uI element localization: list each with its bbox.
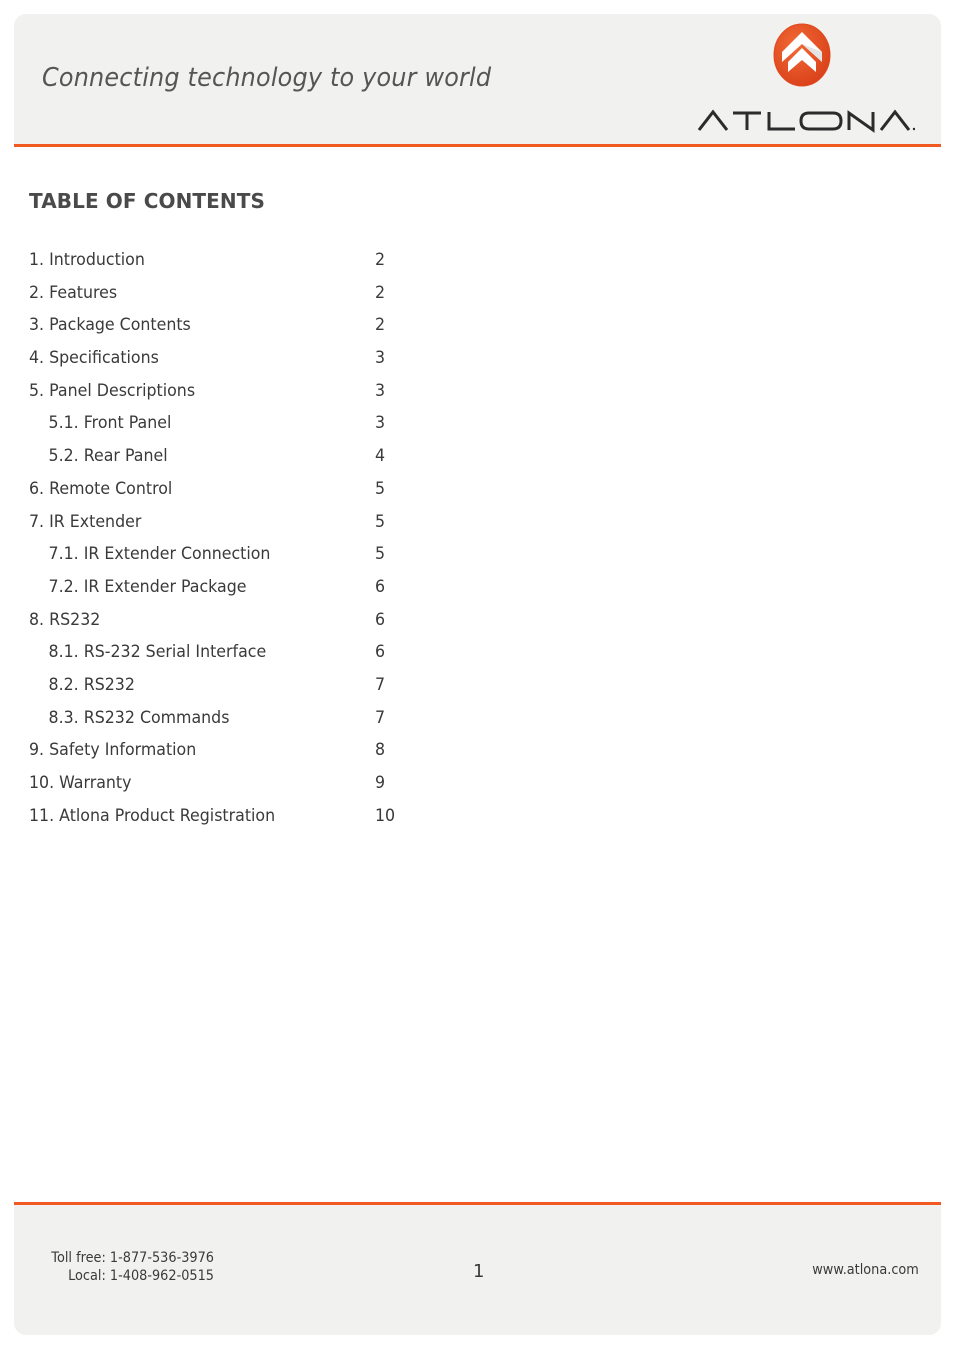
toc-entry-page: 3 — [375, 413, 386, 434]
toc-entry-warranty[interactable]: 10. Warranty 9 — [29, 767, 409, 800]
toc-entry-rs232-sub[interactable]: 8.2. RS232 7 — [29, 669, 409, 702]
table-of-contents: 1. Introduction 2 2. Features 2 3. Package… — [29, 244, 409, 832]
toc-entry-rs232-commands[interactable]: 8.3. RS232 Commands 7 — [29, 702, 409, 735]
footer-contact: Toll free: 1-877-536-3976 Local: 1-408-9… — [48, 1249, 214, 1285]
toc-entry-label: 3. Package Contents — [29, 315, 191, 336]
header-divider — [14, 144, 941, 147]
atlona-logo — [683, 20, 923, 140]
toc-entry-label: 2. Features — [29, 282, 118, 303]
toc-entry-label: 8.3. RS232 Commands — [48, 707, 230, 728]
toc-entry-label: 6. Remote Control — [29, 478, 173, 499]
toc-entry-product-registration[interactable]: 11. Atlona Product Registration 10 — [29, 800, 409, 833]
toc-entry-rear-panel[interactable]: 5.2. Rear Panel 4 — [29, 440, 409, 473]
header-tagline: Connecting technology to your world — [42, 63, 492, 93]
toc-entry-specifications[interactable]: 4. Specifications 3 — [29, 342, 409, 375]
toc-entry-page: 2 — [375, 250, 386, 270]
toc-entry-label: 10. Warranty — [29, 773, 132, 793]
toc-entry-page: 5 — [375, 511, 386, 532]
toc-entry-page: 9 — [375, 773, 386, 793]
toll-free-number: Toll free: 1-877-536-3976 — [51, 1250, 214, 1266]
website-link[interactable]: www.atlona.com — [812, 1262, 919, 1278]
toc-entry-ir-extender-connection[interactable]: 7.1. IR Extender Connection 5 — [29, 538, 409, 571]
toc-entry-rs232-serial-interface[interactable]: 8.1. RS-232 Serial Interface 6 — [29, 636, 409, 669]
toc-entry-page: 5 — [375, 544, 386, 565]
toc-entry-page: 6 — [375, 642, 386, 663]
toc-entry-label: 7.1. IR Extender Connection — [48, 544, 271, 565]
toc-entry-label: 7. IR Extender — [29, 511, 142, 532]
toc-entry-ir-extender-package[interactable]: 7.2. IR Extender Package 6 — [29, 571, 409, 604]
toc-entry-panel-descriptions[interactable]: 5. Panel Descriptions 3 — [29, 375, 409, 408]
toc-entry-label: 5. Panel Descriptions — [29, 380, 196, 401]
toc-entry-label: 11. Atlona Product Registration — [29, 805, 276, 826]
toc-entry-page: 7 — [375, 674, 386, 695]
toc-entry-page: 7 — [375, 707, 386, 728]
toc-title: TABLE OF CONTENTS — [29, 189, 266, 213]
toc-entry-page: 5 — [375, 478, 386, 499]
toc-entry-remote-control[interactable]: 6. Remote Control 5 — [29, 473, 409, 506]
toc-entry-label: 9. Safety Information — [29, 740, 197, 761]
atlona-chevron-logo-icon — [773, 23, 831, 87]
toc-entry-label: 1. Introduction — [29, 250, 145, 270]
toc-entry-page: 6 — [375, 609, 386, 630]
toc-entry-package-contents[interactable]: 3. Package Contents 2 — [29, 309, 409, 342]
page-footer: Toll free: 1-877-536-3976 Local: 1-408-9… — [14, 1205, 941, 1335]
toc-entry-page: 10 — [375, 805, 396, 826]
toc-entry-label: 4. Specifications — [29, 348, 159, 369]
toc-entry-introduction[interactable]: 1. Introduction 2 — [29, 244, 409, 277]
toc-entry-page: 8 — [375, 740, 386, 761]
toc-entry-safety-information[interactable]: 9. Safety Information 8 — [29, 734, 409, 767]
toc-entry-page: 6 — [375, 576, 386, 597]
toc-entry-label: 8. RS232 — [29, 609, 101, 630]
toc-entry-ir-extender[interactable]: 7. IR Extender 5 — [29, 506, 409, 539]
toc-entry-page: 3 — [375, 348, 386, 369]
atlona-wordmark — [697, 109, 915, 133]
toc-entry-label: 5.1. Front Panel — [48, 413, 172, 434]
toc-entry-page: 2 — [375, 282, 386, 303]
toc-entry-page: 2 — [375, 315, 386, 336]
toc-entry-front-panel[interactable]: 5.1. Front Panel 3 — [29, 407, 409, 440]
toc-entry-label: 7.2. IR Extender Package — [48, 576, 247, 597]
toc-entry-label: 8.2. RS232 — [48, 674, 135, 695]
toc-entry-page: 4 — [375, 446, 386, 467]
toc-entry-page: 3 — [375, 380, 386, 401]
page-number: 1 — [473, 1261, 485, 1282]
toc-entry-rs232[interactable]: 8. RS232 6 — [29, 604, 409, 637]
toc-entry-label: 8.1. RS-232 Serial Interface — [48, 642, 267, 663]
local-number: Local: 1-408-962-0515 — [68, 1268, 214, 1284]
toc-entry-features[interactable]: 2. Features 2 — [29, 277, 409, 310]
toc-entry-label: 5.2. Rear Panel — [48, 446, 168, 467]
